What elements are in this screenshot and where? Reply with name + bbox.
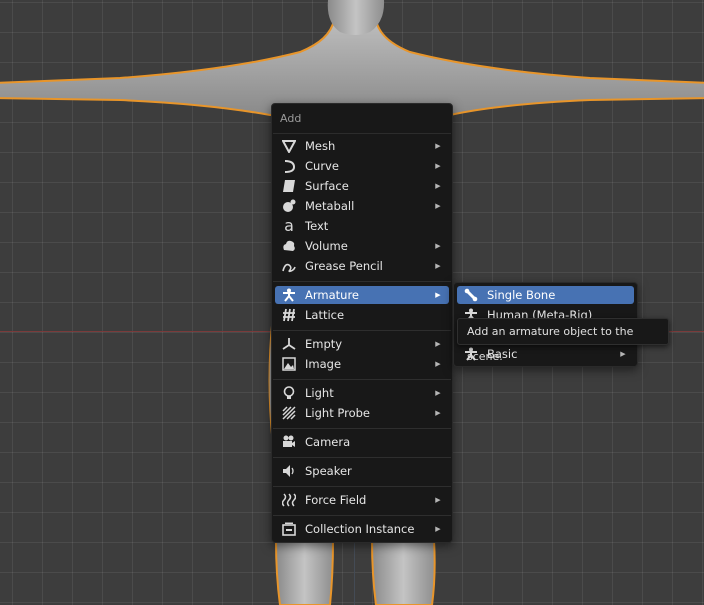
submenu-item-single-bone[interactable]: Single Bone [457,286,634,304]
menu-item-empty[interactable]: Empty ▶ [275,335,449,353]
menu-item-label: Text [305,219,329,233]
submenu-arrow-icon: ▶ [435,409,441,417]
menu-separator [273,515,451,516]
bone-icon [463,287,479,303]
menu-item-force-field[interactable]: Force Field ▶ [275,491,449,509]
menu-item-label: Lattice [305,308,345,322]
menu-item-grease-pencil[interactable]: Grease Pencil ▶ [275,257,449,275]
menu-separator [273,281,451,282]
menu-item-camera[interactable]: Camera [275,433,449,451]
submenu-arrow-icon: ▶ [435,182,441,190]
grease-pencil-icon [281,258,297,274]
menu-item-lattice[interactable]: Lattice [275,306,449,324]
submenu-arrow-icon: ▶ [620,350,626,358]
menu-separator [273,133,451,134]
menu-item-label: Force Field [305,493,367,507]
submenu-arrow-icon: ▶ [435,242,441,250]
menu-item-label: Camera [305,435,351,449]
light-probe-icon [281,405,297,421]
menu-item-light[interactable]: Light ▶ [275,384,449,402]
menu-separator [273,457,451,458]
menu-item-label: Light Probe [305,406,370,420]
surface-icon [281,178,297,194]
menu-item-label: Volume [305,239,348,253]
menu-item-volume[interactable]: Volume ▶ [275,237,449,255]
menu-item-curve[interactable]: Curve ▶ [275,157,449,175]
curve-icon [281,158,297,174]
lattice-icon [281,307,297,323]
force-field-icon [281,492,297,508]
submenu-item-label: Single Bone [487,288,556,302]
menu-item-label: Armature [305,288,359,302]
empty-icon [281,336,297,352]
menu-item-label: Metaball [305,199,355,213]
submenu-item-label: Basic [487,347,618,361]
submenu-arrow-icon: ▶ [435,142,441,150]
submenu-arrow-icon: ▶ [435,340,441,348]
tooltip: Add an armature object to the scene. [457,318,669,363]
submenu-arrow-icon: ▶ [435,262,441,270]
menu-separator [273,428,451,429]
menu-item-label: Light [305,386,334,400]
menu-item-mesh[interactable]: Mesh ▶ [275,137,449,155]
text-icon: a [284,216,294,235]
menu-item-label: Grease Pencil [305,259,383,273]
submenu-arrow-icon: ▶ [435,202,441,210]
menu-separator [273,486,451,487]
submenu-arrow-icon: ▶ [435,525,441,533]
menu-item-speaker[interactable]: Speaker [275,462,449,480]
menu-item-label: Collection Instance [305,522,415,536]
speaker-icon [281,463,297,479]
mesh-icon [281,138,297,154]
menu-item-label: Surface [305,179,349,193]
image-icon [281,356,297,372]
submenu-arrow-icon: ▶ [435,291,441,299]
menu-item-armature[interactable]: Armature ▶ [275,286,449,304]
metaball-icon [281,198,297,214]
menu-item-metaball[interactable]: Metaball ▶ [275,197,449,215]
menu-item-label: Curve [305,159,339,173]
menu-item-image[interactable]: Image ▶ [275,355,449,373]
submenu-arrow-icon: ▶ [435,496,441,504]
collection-icon [281,521,297,537]
menu-item-label: Speaker [305,464,352,478]
submenu-arrow-icon: ▶ [435,162,441,170]
camera-icon [281,434,297,450]
submenu-arrow-icon: ▶ [435,389,441,397]
menu-item-surface[interactable]: Surface ▶ [275,177,449,195]
menu-separator [273,330,451,331]
menu-item-collection-instance[interactable]: Collection Instance ▶ [275,520,449,538]
menu-item-label: Image [305,357,342,371]
menu-item-light-probe[interactable]: Light Probe ▶ [275,404,449,422]
menu-item-label: Mesh [305,139,336,153]
add-menu: Add Mesh ▶ Curve ▶ Surface ▶ Metaball ▶ … [271,103,453,543]
armature-icon [281,287,297,303]
menu-item-label: Empty [305,337,343,351]
menu-item-text[interactable]: a Text [275,217,449,235]
volume-icon [281,238,297,254]
add-menu-title: Add [280,112,302,125]
light-icon [281,385,297,401]
submenu-arrow-icon: ▶ [435,360,441,368]
menu-separator [273,379,451,380]
